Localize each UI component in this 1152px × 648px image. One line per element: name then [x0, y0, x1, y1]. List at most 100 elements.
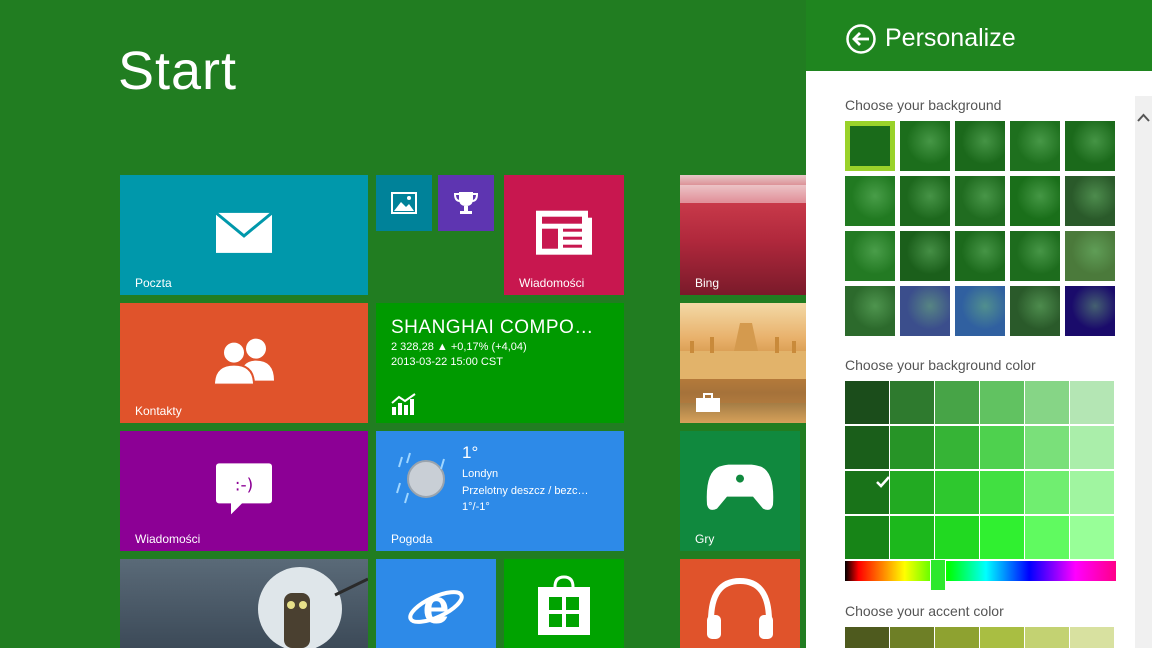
- back-arrow-icon[interactable]: [846, 24, 876, 54]
- weather-city: Londyn: [462, 468, 499, 480]
- background-color-section-label: Choose your background color: [845, 357, 1036, 373]
- hue-slider-thumb[interactable]: [930, 559, 946, 591]
- background-color-swatch[interactable]: [1070, 426, 1114, 469]
- background-color-swatch[interactable]: [890, 516, 934, 559]
- background-pattern-swatch[interactable]: [1010, 121, 1060, 171]
- background-pattern-swatch[interactable]: [900, 231, 950, 281]
- background-pattern-swatch[interactable]: [955, 286, 1005, 336]
- background-pattern-swatch[interactable]: [955, 176, 1005, 226]
- finance-chart-icon: [391, 393, 416, 415]
- accent-color-section-label: Choose your accent color: [845, 603, 1004, 619]
- background-color-swatch[interactable]: [890, 381, 934, 424]
- tile-news[interactable]: Wiadomości: [504, 175, 624, 295]
- store-bag-icon: [538, 575, 590, 635]
- background-pattern-swatch[interactable]: [1010, 231, 1060, 281]
- background-color-swatch[interactable]: [935, 381, 979, 424]
- background-pattern-swatch[interactable]: [845, 286, 895, 336]
- svg-text:e: e: [423, 581, 450, 634]
- panel-title: Personalize: [885, 24, 1016, 52]
- background-color-swatch[interactable]: [845, 516, 889, 559]
- background-pattern-swatch[interactable]: [955, 121, 1005, 171]
- background-pattern-swatch[interactable]: [845, 176, 895, 226]
- background-color-swatch[interactable]: [935, 516, 979, 559]
- personalize-panel: Personalize Choose your background Choos…: [806, 0, 1152, 648]
- tile-mail-label: Poczta: [135, 276, 172, 290]
- xbox-controller-icon: [706, 464, 774, 510]
- background-pattern-swatch[interactable]: [1010, 176, 1060, 226]
- parliament-building-image: [680, 323, 806, 403]
- tile-internet-explorer[interactable]: e: [376, 559, 496, 648]
- tile-contacts[interactable]: Kontakty: [120, 303, 368, 423]
- background-pattern-swatch[interactable]: [900, 176, 950, 226]
- background-pattern-swatch[interactable]: [1010, 286, 1060, 336]
- stock-value: 2 328,28 ▲ +0,17% (+4,04): [391, 341, 527, 353]
- tile-games[interactable]: Gry: [680, 431, 800, 551]
- background-pattern-swatch[interactable]: [845, 121, 895, 171]
- scrollbar[interactable]: [1135, 96, 1152, 648]
- tile-games-trophy[interactable]: [438, 175, 494, 231]
- tile-photos[interactable]: [376, 175, 432, 231]
- rain-cloud-icon: [396, 452, 445, 504]
- background-pattern-swatch[interactable]: [845, 231, 895, 281]
- background-color-swatch[interactable]: [890, 426, 934, 469]
- background-pattern-swatch[interactable]: [1065, 176, 1115, 226]
- tile-finance[interactable]: SHANGHAI COMPO… 2 328,28 ▲ +0,17% (+4,04…: [376, 303, 624, 423]
- background-color-swatch[interactable]: [935, 471, 979, 514]
- mail-icon: [215, 211, 273, 253]
- background-color-swatch[interactable]: [980, 381, 1024, 424]
- background-color-swatch[interactable]: [980, 426, 1024, 469]
- background-color-swatch[interactable]: [1025, 426, 1069, 469]
- chat-bubble-icon: :-): [216, 463, 272, 515]
- stock-timestamp: 2013-03-22 15:00 CST: [391, 356, 503, 368]
- tile-photo-wallpaper[interactable]: [120, 559, 368, 648]
- tile-bing[interactable]: Bing: [680, 175, 806, 295]
- accent-color-swatch[interactable]: [845, 627, 889, 648]
- stock-name: SHANGHAI COMPO…: [391, 317, 594, 338]
- check-mark-icon: [876, 476, 890, 488]
- background-pattern-swatch[interactable]: [1065, 121, 1115, 171]
- tile-mail[interactable]: Poczta: [120, 175, 368, 295]
- hue-slider[interactable]: [845, 559, 1116, 591]
- accent-color-swatch[interactable]: [1025, 627, 1069, 648]
- background-color-swatch[interactable]: [1025, 471, 1069, 514]
- newspaper-icon: [536, 210, 592, 255]
- start-title: Start: [118, 41, 238, 101]
- moon-owl-image: [258, 567, 368, 648]
- tile-desktop[interactable]: [680, 303, 806, 423]
- background-color-swatch[interactable]: [845, 426, 889, 469]
- tile-games-label: Gry: [695, 532, 715, 546]
- tile-news-label: Wiadomości: [519, 276, 585, 290]
- tile-contacts-label: Kontakty: [135, 404, 182, 418]
- tile-store[interactable]: [504, 559, 624, 648]
- briefcase-icon: [696, 393, 720, 412]
- tile-music[interactable]: [680, 559, 800, 648]
- background-color-swatch[interactable]: [1025, 516, 1069, 559]
- background-pattern-swatch[interactable]: [900, 286, 950, 336]
- tile-messaging[interactable]: :-) Wiadomości: [120, 431, 368, 551]
- background-pattern-swatch[interactable]: [900, 121, 950, 171]
- background-color-swatch[interactable]: [890, 471, 934, 514]
- tile-bing-label: Bing: [695, 276, 720, 290]
- tile-weather-label: Pogoda: [391, 532, 433, 546]
- accent-color-swatch[interactable]: [890, 627, 934, 648]
- background-color-swatch[interactable]: [1070, 471, 1114, 514]
- accent-color-swatch[interactable]: [935, 627, 979, 648]
- tile-weather[interactable]: 1° Londyn Przelotny deszcz / bezc… 1°/-1…: [376, 431, 624, 551]
- headphones-icon: [707, 577, 773, 639]
- background-pattern-swatch[interactable]: [1065, 231, 1115, 281]
- scroll-up-arrow-icon[interactable]: [1135, 110, 1152, 126]
- background-color-swatch[interactable]: [980, 471, 1024, 514]
- start-screen: Start Poczta Wiadomości Bing Kontakty SH…: [0, 0, 806, 648]
- accent-color-swatch[interactable]: [980, 627, 1024, 648]
- bing-photo-overlay: [680, 185, 806, 203]
- background-color-swatch[interactable]: [1070, 381, 1114, 424]
- accent-color-swatch[interactable]: [1070, 627, 1114, 648]
- people-icon: [212, 338, 274, 385]
- background-color-swatch[interactable]: [980, 516, 1024, 559]
- background-color-swatch[interactable]: [845, 381, 889, 424]
- background-color-swatch[interactable]: [1070, 516, 1114, 559]
- background-pattern-swatch[interactable]: [955, 231, 1005, 281]
- background-pattern-swatch[interactable]: [1065, 286, 1115, 336]
- background-color-swatch[interactable]: [935, 426, 979, 469]
- background-color-swatch[interactable]: [1025, 381, 1069, 424]
